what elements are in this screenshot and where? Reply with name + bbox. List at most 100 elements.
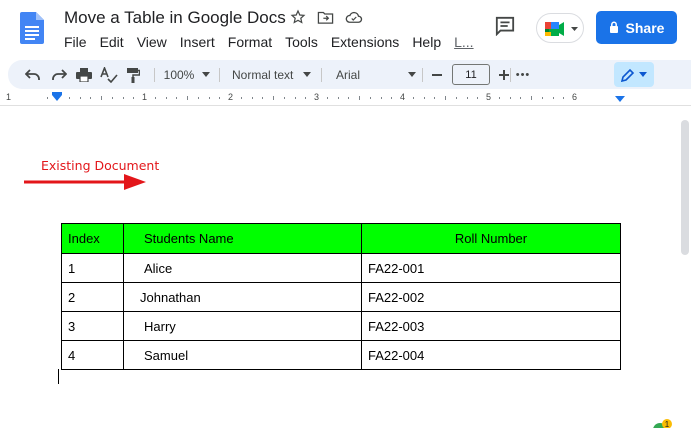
ruler-tick: [187, 96, 188, 100]
header-cell-index[interactable]: Index: [61, 223, 124, 254]
explore-icon[interactable]: 1: [652, 418, 674, 428]
vertical-scrollbar[interactable]: [681, 120, 689, 255]
comment-icon[interactable]: [494, 16, 520, 40]
ruler-tick: [305, 97, 307, 99]
chevron-down-icon: [408, 72, 416, 77]
minus-icon: [432, 73, 442, 76]
ruler-tick: [348, 97, 350, 99]
ruler-tick: [240, 97, 242, 99]
ruler-tick: [154, 97, 156, 99]
menu-edit[interactable]: Edit: [100, 34, 124, 50]
paint-format-icon[interactable]: [122, 60, 144, 89]
ruler-tick: [509, 97, 511, 99]
ruler-number: 3: [314, 92, 320, 102]
ruler-tick: [541, 97, 543, 99]
ruler-tick: [552, 97, 554, 99]
ruler-tick: [90, 97, 92, 99]
left-indent-marker[interactable]: [52, 95, 62, 101]
ruler-tick: [520, 97, 522, 99]
star-icon[interactable]: [290, 9, 306, 25]
ruler-tick: [359, 96, 360, 100]
table-row: 4 Samuel FA22-004: [61, 340, 621, 370]
meet-button[interactable]: [536, 13, 584, 43]
ruler-tick: [498, 97, 500, 99]
ruler-tick: [466, 97, 468, 99]
table-row: 1 Alice FA22-001: [61, 253, 621, 283]
ruler-tick: [563, 97, 565, 99]
menu-bar: File Edit View Insert Format Tools Exten…: [64, 34, 487, 50]
table-cell[interactable]: Harry: [123, 311, 362, 341]
chevron-down-icon: [202, 72, 211, 77]
title-icons: [290, 9, 363, 25]
menu-extensions[interactable]: Extensions: [331, 34, 399, 50]
menu-file[interactable]: File: [64, 34, 87, 50]
ruler-tick: [165, 97, 167, 99]
table-cell[interactable]: 2: [61, 282, 124, 312]
ruler-tick: [273, 96, 274, 100]
ruler-tick: [101, 96, 102, 100]
paragraph-style-select[interactable]: Normal text: [226, 60, 314, 89]
undo-icon[interactable]: [22, 60, 44, 89]
toolbar-divider: [321, 68, 322, 82]
ruler-tick: [369, 97, 371, 99]
ruler-tick: [197, 97, 199, 99]
menu-tools[interactable]: Tools: [285, 34, 318, 50]
font-value: Arial: [336, 67, 361, 82]
ruler-tick: [391, 97, 393, 99]
toolbar-divider: [154, 68, 155, 82]
ruler-tick: [434, 97, 436, 99]
ruler-tick: [208, 97, 210, 99]
ruler-tick: [79, 97, 81, 99]
table-cell[interactable]: 4: [61, 340, 124, 370]
decrease-font-size-button[interactable]: [426, 60, 448, 89]
ruler-tick: [531, 96, 532, 100]
redo-icon[interactable]: [48, 60, 70, 89]
font-size-input[interactable]: 11: [452, 64, 490, 85]
table-cell[interactable]: Johnathan: [123, 282, 362, 312]
table-cell[interactable]: FA22-004: [361, 340, 621, 370]
document-title[interactable]: Move a Table in Google Docs: [64, 8, 286, 28]
svg-text:1: 1: [665, 420, 670, 428]
table-row: 3 Harry FA22-003: [61, 311, 621, 341]
spellcheck-icon[interactable]: [98, 60, 120, 89]
header-cell-roll-number[interactable]: Roll Number: [361, 223, 621, 254]
ruler-number: 1: [6, 92, 12, 102]
zoom-select[interactable]: 100%: [160, 60, 214, 89]
table-cell[interactable]: Alice: [123, 253, 362, 283]
table-cell[interactable]: FA22-002: [361, 282, 621, 312]
table-cell[interactable]: FA22-001: [361, 253, 621, 283]
ruler-tick: [477, 97, 479, 99]
students-table[interactable]: Index Students Name Roll Number 1 Alice …: [61, 223, 621, 370]
font-select[interactable]: Arial: [328, 60, 420, 89]
paragraph-style-value: Normal text: [232, 67, 294, 82]
ruler-tick: [68, 97, 70, 99]
more-options-button[interactable]: •••: [511, 60, 535, 89]
lock-icon: [609, 20, 619, 36]
editing-mode-button[interactable]: [614, 62, 654, 87]
table-cell[interactable]: 1: [61, 253, 124, 283]
share-label: Share: [625, 19, 665, 36]
table-cell[interactable]: 3: [61, 311, 124, 341]
menu-insert[interactable]: Insert: [180, 34, 215, 50]
ruler-tick: [455, 97, 457, 99]
header-cell-students-name[interactable]: Students Name: [123, 223, 362, 254]
right-indent-marker[interactable]: [615, 96, 625, 102]
table-cell[interactable]: Samuel: [123, 340, 362, 370]
move-folder-icon[interactable]: [317, 10, 334, 25]
ruler[interactable]: 1 1 2 3 4 5 6: [0, 92, 691, 104]
print-icon[interactable]: [73, 60, 95, 89]
ruler-tick: [326, 97, 328, 99]
menu-format[interactable]: Format: [228, 34, 272, 50]
menu-view[interactable]: View: [137, 34, 167, 50]
menu-last-edit[interactable]: L...: [454, 34, 473, 50]
table-row: 2 Johnathan FA22-002: [61, 282, 621, 312]
ruler-tick: [262, 97, 264, 99]
table-cell[interactable]: FA22-003: [361, 311, 621, 341]
ruler-tick: [412, 97, 414, 99]
share-button[interactable]: Share: [596, 11, 677, 44]
title-bar: Move a Table in Google Docs File Edit Vi…: [0, 0, 691, 58]
ruler-number: 6: [572, 92, 578, 102]
docs-logo-icon[interactable]: [20, 12, 44, 44]
menu-help[interactable]: Help: [412, 34, 441, 50]
cloud-saved-icon[interactable]: [345, 10, 363, 24]
